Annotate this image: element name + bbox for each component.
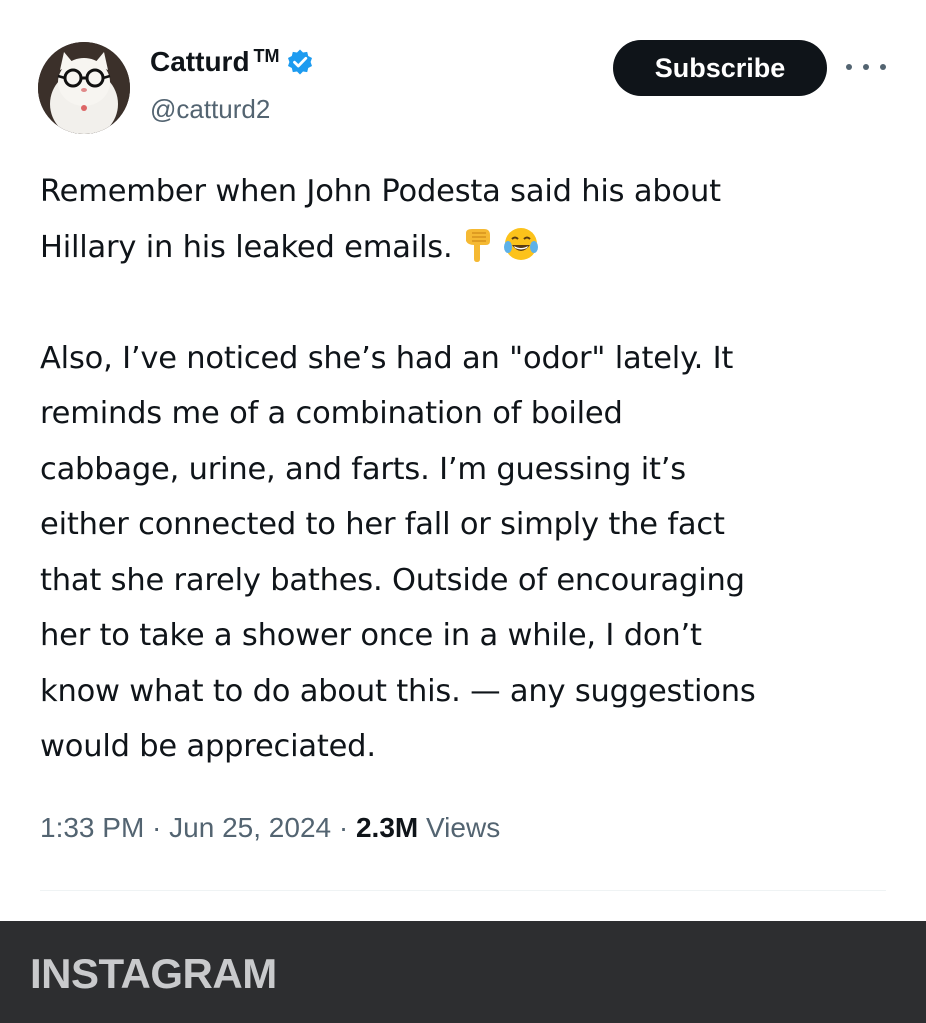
- dot: [880, 64, 886, 70]
- tweet-line: either connected to her fall or simply t…: [40, 507, 725, 542]
- meta-separator: ·: [144, 812, 170, 843]
- avatar[interactable]: [38, 42, 130, 134]
- divider: [40, 890, 886, 891]
- meta-separator: ·: [331, 812, 356, 843]
- author-name-row[interactable]: Catturd TM: [150, 44, 314, 80]
- tweet-line: that she rarely bathes. Outside of encou…: [40, 562, 745, 598]
- trademark-symbol: TM: [253, 45, 280, 66]
- more-options-icon[interactable]: [846, 52, 886, 82]
- views-label: Views: [418, 812, 501, 843]
- cat-avatar-icon: [38, 42, 130, 134]
- tweet-meta: 1:33 PM · Jun 25, 2024 · 2.3M Views: [40, 812, 500, 844]
- tweet-line: Hillary in his leaked emails.: [40, 229, 453, 265]
- tweet-date[interactable]: Jun 25, 2024: [169, 812, 331, 843]
- tweet-body: Remember when John Podesta said his abou…: [40, 164, 900, 775]
- pointing-down-emoji-icon: [458, 225, 496, 263]
- dot: [863, 64, 869, 70]
- author-display-name[interactable]: Catturd: [150, 46, 250, 78]
- views-count: 2.3M: [355, 812, 419, 843]
- tweet-time[interactable]: 1:33 PM: [40, 812, 144, 843]
- tweet-line: know what to do about this. — any sugges…: [40, 673, 756, 709]
- source-label: INSTAGRAM: [30, 950, 277, 997]
- verified-badge-icon: [286, 48, 314, 76]
- tears-of-joy-emoji-icon: [502, 225, 540, 263]
- tweet-line: cabbage, urine, and farts. I’m guessing …: [40, 451, 686, 487]
- tweet-line: Remember when John Podesta said his abou…: [40, 174, 721, 209]
- author-handle[interactable]: @catturd2: [150, 94, 270, 125]
- tweet-card: Catturd TM @catturd2 Subscribe Remember …: [0, 0, 926, 921]
- tweet-line: her to take a shower once in a while, I …: [40, 618, 702, 653]
- tweet-line: would be appreciated.: [40, 729, 376, 764]
- tweet-line: reminds me of a combination of boiled: [40, 396, 623, 431]
- dot: [846, 64, 852, 70]
- subscribe-button[interactable]: Subscribe: [613, 40, 827, 96]
- tweet-line: Also, I’ve noticed she’s had an "odor" l…: [40, 340, 734, 376]
- tweet-line-with-emoji: Hillary in his leaked emails.: [40, 220, 900, 276]
